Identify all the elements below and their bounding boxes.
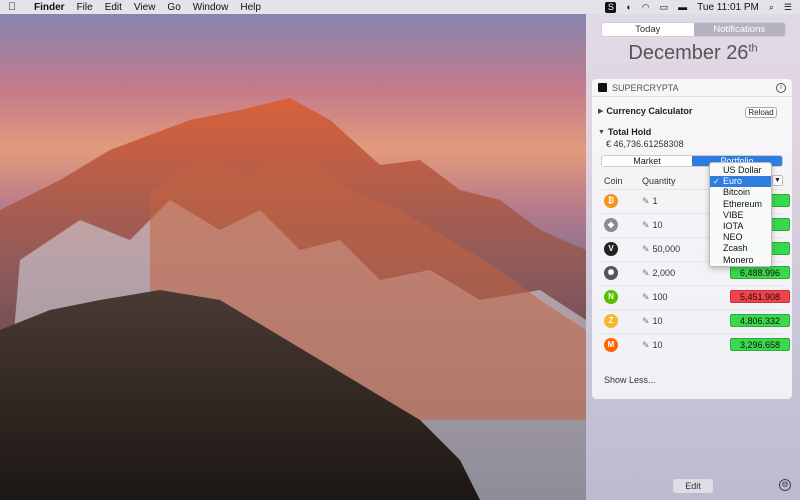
pencil-icon: ✎ <box>642 268 650 278</box>
currency-option-zcash[interactable]: Zcash <box>710 243 771 254</box>
monero-icon: M <box>604 338 618 352</box>
currency-option-iota[interactable]: IOTA <box>710 221 771 232</box>
supercrypta-logo-icon <box>598 83 607 92</box>
iota-icon: ✺ <box>604 266 618 280</box>
apple-icon[interactable]:  <box>8 1 22 13</box>
currency-calculator-label: Currency Calculator <box>606 106 693 116</box>
disclosure-down-icon: ▼ <box>598 128 605 136</box>
menu-file[interactable]: File <box>77 2 93 13</box>
quantity-value: 100 <box>652 292 668 302</box>
pencil-icon: ✎ <box>642 340 650 350</box>
value-badge: 4,806.332 <box>730 314 790 327</box>
menu-edit[interactable]: Edit <box>105 2 122 13</box>
reload-button[interactable]: Reload <box>745 107 777 118</box>
ethereum-icon: ◆ <box>604 218 618 232</box>
quantity-field[interactable]: ✎ 10 <box>642 316 663 327</box>
total-hold-toggle[interactable]: ▼ Total Hold <box>598 127 651 137</box>
currency-option-monero[interactable]: Monero <box>710 255 771 266</box>
menu-clock[interactable]: Tue 11:01 PM <box>697 2 759 13</box>
quantity-value: 1 <box>652 196 658 206</box>
quantity-field[interactable]: ✎ 1 <box>642 196 658 207</box>
chevron-down-icon[interactable]: ▼ <box>772 175 783 186</box>
gear-icon[interactable]: ⚙ <box>779 479 791 491</box>
menu-help[interactable]: Help <box>240 2 261 13</box>
menu-window[interactable]: Window <box>193 2 229 13</box>
pencil-icon: ✎ <box>642 316 650 326</box>
edit-button[interactable]: Edit <box>673 479 713 493</box>
supercrypta-menu-icon[interactable]: S <box>605 1 617 13</box>
currency-option-ethereum[interactable]: Ethereum <box>710 199 771 210</box>
notification-center-icon[interactable]: ☰ <box>784 2 792 13</box>
wireless-icon[interactable]: ◐ <box>626 2 631 12</box>
date-suffix: th <box>748 42 758 55</box>
menu-view[interactable]: View <box>134 2 156 13</box>
total-hold-value: € 46,736.61258308 <box>606 139 684 149</box>
menu-app-finder[interactable]: Finder <box>34 2 65 13</box>
quantity-field[interactable]: ✎ 100 <box>642 292 668 303</box>
widget-header: SUPERCRYPTA i <box>592 79 792 97</box>
widget-title: SUPERCRYPTA <box>612 82 679 93</box>
pencil-icon: ✎ <box>642 244 650 254</box>
currency-option-vibe[interactable]: VIBE <box>710 210 771 221</box>
quantity-value: 2,000 <box>652 268 676 278</box>
info-icon[interactable]: i <box>776 82 786 93</box>
pencil-icon: ✎ <box>642 196 650 206</box>
value-badge: 3,296.658 <box>730 338 790 351</box>
today-date: December 26th <box>586 42 800 65</box>
column-quantity: Quantity <box>642 176 676 186</box>
show-less-link[interactable]: Show Less... <box>604 375 656 385</box>
menu-bar:  Finder File Edit View Go Window Help S… <box>0 0 800 14</box>
pencil-icon: ✎ <box>642 292 650 302</box>
tab-market[interactable]: Market <box>602 156 692 166</box>
quantity-field[interactable]: ✎ 10 <box>642 220 663 231</box>
currency-option-label: Euro <box>723 176 743 187</box>
neo-icon: N <box>604 290 618 304</box>
currency-dropdown-menu: US Dollar ✓ Euro Bitcoin Ethereum VIBE IO… <box>709 162 772 267</box>
quantity-value: 10 <box>652 316 663 326</box>
currency-option-usd[interactable]: US Dollar <box>710 165 771 176</box>
currency-option-euro[interactable]: ✓ Euro <box>710 176 771 188</box>
quantity-field[interactable]: ✎ 10 <box>642 340 663 351</box>
bitcoin-icon: ₿ <box>604 194 618 208</box>
total-hold-label: Total Hold <box>607 127 652 137</box>
portfolio-row: Z ✎ 10 4,806.332 <box>602 309 790 333</box>
currency-option-neo[interactable]: NEO <box>710 232 771 243</box>
quantity-value: 10 <box>652 220 663 230</box>
nc-segmented-control: Today Notifications <box>601 22 786 37</box>
value-badge: 5,451.908 <box>730 290 790 303</box>
search-icon[interactable]: ⌕ <box>769 2 774 13</box>
disclosure-right-icon: ▶ <box>598 108 604 115</box>
checkmark-icon: ✓ <box>713 177 720 187</box>
quantity-field[interactable]: ✎ 50,000 <box>642 244 680 255</box>
notification-center-footer: Edit ⚙ <box>586 478 800 500</box>
value-badge: 6,488.996 <box>730 266 790 279</box>
zcash-icon: Z <box>604 314 618 328</box>
quantity-value: 50,000 <box>652 244 681 254</box>
battery-icon[interactable]: ▬ <box>678 2 687 12</box>
tab-notifications[interactable]: Notifications <box>693 23 785 36</box>
menu-go[interactable]: Go <box>167 2 180 13</box>
portfolio-row: N ✎ 100 5,451.908 <box>602 285 790 309</box>
pencil-icon: ✎ <box>642 220 650 230</box>
quantity-value: 10 <box>652 340 663 350</box>
currency-option-bitcoin[interactable]: Bitcoin <box>710 187 771 198</box>
airplay-icon[interactable]: ▭ <box>660 2 669 13</box>
quantity-field[interactable]: ✎ 2,000 <box>642 268 675 279</box>
wifi-icon[interactable]: ◠ <box>642 2 650 13</box>
date-main: December 26 <box>628 42 749 64</box>
vibe-icon: V <box>604 242 618 256</box>
portfolio-row: M ✎ 10 3,296.658 <box>602 333 790 357</box>
tab-today[interactable]: Today <box>602 23 694 36</box>
column-coin: Coin <box>604 176 623 186</box>
